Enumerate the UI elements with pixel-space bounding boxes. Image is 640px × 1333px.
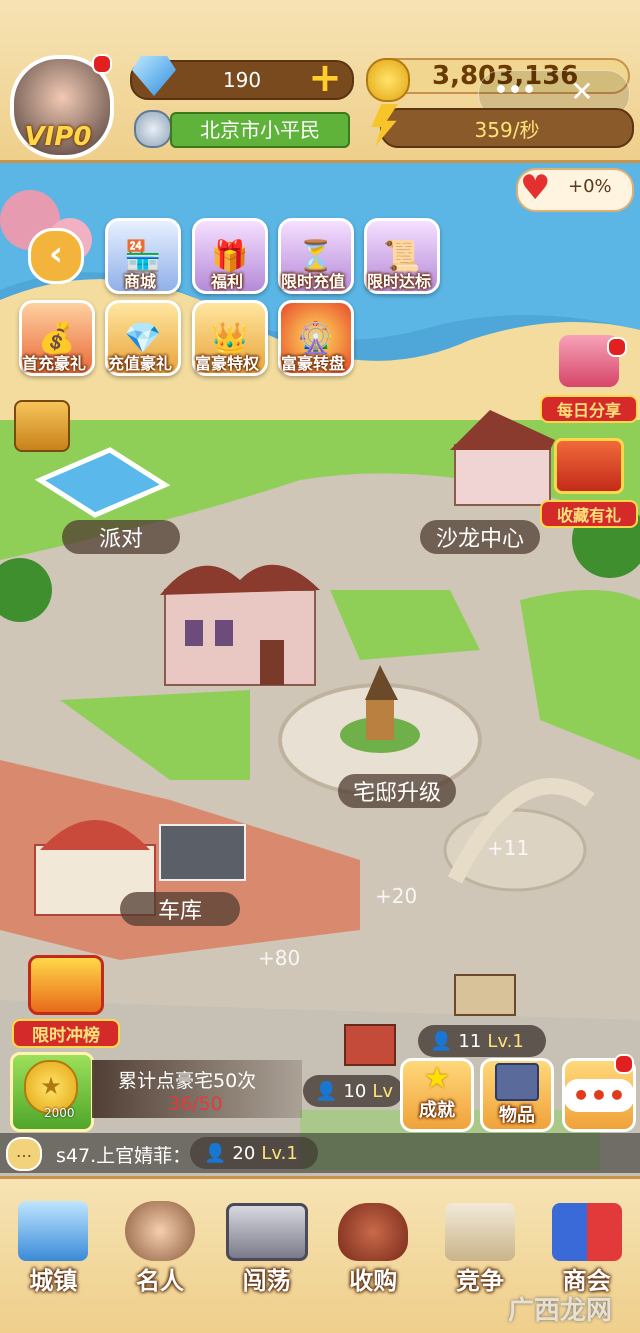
shop-count: 20 [232, 1142, 256, 1164]
menu-tycoon-privilege[interactable]: 👑 富豪特权 [192, 300, 268, 376]
income-float-11: +11 [487, 836, 530, 860]
heart-icon: ♥ [520, 168, 551, 208]
menu-limited-recharge[interactable]: ⏳ 限时充值 [278, 218, 354, 294]
chat-message: s47.上官婧菲： [56, 1145, 192, 1167]
winged-star-icon: ★ [423, 1061, 451, 1096]
money-bag-icon [338, 1203, 409, 1261]
stamp-icon [444, 1203, 515, 1261]
income-bar: 359/秒 [380, 108, 634, 148]
more-menu-button[interactable]: ••• [490, 78, 540, 103]
menu-limited-goal-label: 限时达标 [366, 272, 431, 291]
mansion-upgrade-label[interactable]: 宅邸升级 [338, 774, 456, 808]
person-icon: 👤 [430, 1030, 453, 1052]
shop-count: 10 [343, 1080, 367, 1102]
menu-welfare-label: 福利 [210, 272, 243, 291]
vip-level[interactable]: VIP0 [18, 122, 98, 152]
income-float-20: +20 [375, 884, 418, 908]
happiness-value: +0% [568, 176, 612, 197]
rank-medal-icon [134, 110, 172, 148]
avatar-notification-dot [92, 54, 112, 74]
daily-share-label: 每日分享 [540, 395, 638, 423]
achievement-label: 成就 [419, 1100, 455, 1121]
nav-compete-label: 竞争 [455, 1267, 504, 1295]
trophy-icon [28, 955, 104, 1015]
quest-text: 累计点豪宅50次 [118, 1070, 257, 1092]
menu-first-recharge[interactable]: 💰 首充豪礼 [19, 300, 95, 376]
favorite-gift-button[interactable]: 收藏有礼 [540, 438, 638, 528]
shop-level: Lv.1 [261, 1142, 298, 1164]
briefcase-icon [225, 1203, 308, 1261]
add-diamond-button[interactable]: + [305, 58, 345, 98]
menu-shop[interactable]: 🏪 商城 [105, 218, 181, 294]
menu-tycoon-wheel-label: 富豪转盘 [280, 354, 345, 373]
nav-city-label: 城镇 [29, 1267, 78, 1295]
rank-title[interactable]: 北京市小平民 [170, 112, 350, 148]
menu-tycoon-wheel[interactable]: 🎡 富豪转盘 [278, 300, 354, 376]
nav-celebrity[interactable]: 名人 [107, 1186, 213, 1296]
nav-compete[interactable]: 竞争 [427, 1186, 533, 1296]
diamond-amount: 190 [222, 68, 262, 92]
party-label[interactable]: 派对 [62, 520, 180, 554]
menu-first-recharge-label: 首充豪礼 [21, 354, 86, 373]
gift-box-icon [554, 438, 624, 494]
achievement-button[interactable]: ★ 成就 [400, 1058, 474, 1132]
nav-chamber[interactable]: 商会 [534, 1186, 640, 1296]
mansion-building [160, 564, 320, 686]
nav-adventure[interactable]: 闯荡 [214, 1186, 320, 1296]
nav-acquire[interactable]: 收购 [320, 1186, 426, 1296]
salon-center-label[interactable]: 沙龙中心 [420, 520, 540, 554]
income-rate: 359/秒 [474, 117, 540, 142]
more-dots-icon: ••• [564, 1078, 634, 1112]
shop-count: 11 [458, 1030, 482, 1052]
menu-limited-recharge-label: 限时充值 [280, 272, 345, 291]
nav-celebrity-label: 名人 [135, 1267, 184, 1295]
nav-adventure-label: 闯荡 [242, 1267, 291, 1295]
back-button[interactable]: ‹ [28, 228, 84, 284]
shop-level-tag[interactable]: 👤 20 Lv.1 [190, 1137, 318, 1169]
chamber-flag-icon [551, 1203, 622, 1261]
city-icon [18, 1201, 89, 1261]
coin-icon [366, 58, 410, 102]
close-button[interactable]: ✕ [562, 75, 602, 108]
garage-label[interactable]: 车库 [120, 892, 240, 926]
menu-limited-goal[interactable]: 📜 限时达标 [364, 218, 440, 294]
celebrity-icon [124, 1201, 195, 1261]
menu-recharge-gift[interactable]: 💎 充值豪礼 [105, 300, 181, 376]
shop-level: Lv [372, 1080, 394, 1102]
nav-city[interactable]: 城镇 [0, 1186, 106, 1296]
menu-recharge-gift-label: 充值豪礼 [107, 354, 172, 373]
person-icon: 👤 [315, 1080, 338, 1102]
bottom-nav-row: 城镇 名人 闯荡 收购 竞争 商会 [0, 1186, 640, 1298]
daily-share-dot [607, 337, 627, 357]
quest-reward-amount: 2000 [44, 1106, 75, 1120]
more-notification-dot [614, 1054, 634, 1074]
balloon-chest-icon[interactable] [14, 400, 70, 452]
favorite-gift-label: 收藏有礼 [540, 500, 638, 528]
shop-level-tag[interactable]: 👤 10 Lv [303, 1075, 403, 1107]
chat-bubble-icon[interactable]: … [6, 1137, 42, 1171]
shop-level-tag[interactable]: 👤 11 Lv.1 [418, 1025, 546, 1057]
watermark: 广西龙网 [508, 1296, 613, 1326]
shop-level: Lv.1 [487, 1030, 524, 1052]
rank-event-button[interactable]: 限时冲榜 [12, 955, 120, 1048]
person-icon: 👤 [204, 1142, 227, 1164]
quest-progress: 36/50 [168, 1093, 223, 1115]
rank-event-label: 限时冲榜 [12, 1019, 120, 1048]
menu-welfare[interactable]: 🎁 福利 [192, 218, 268, 294]
income-float-80: +80 [258, 946, 301, 970]
items-button[interactable]: 物品 [480, 1058, 554, 1132]
menu-tycoon-privilege-label: 富豪特权 [194, 354, 259, 373]
nav-acquire-label: 收购 [349, 1267, 398, 1295]
safe-icon [495, 1063, 539, 1101]
menu-shop-label: 商城 [123, 272, 156, 291]
items-label: 物品 [499, 1105, 535, 1126]
